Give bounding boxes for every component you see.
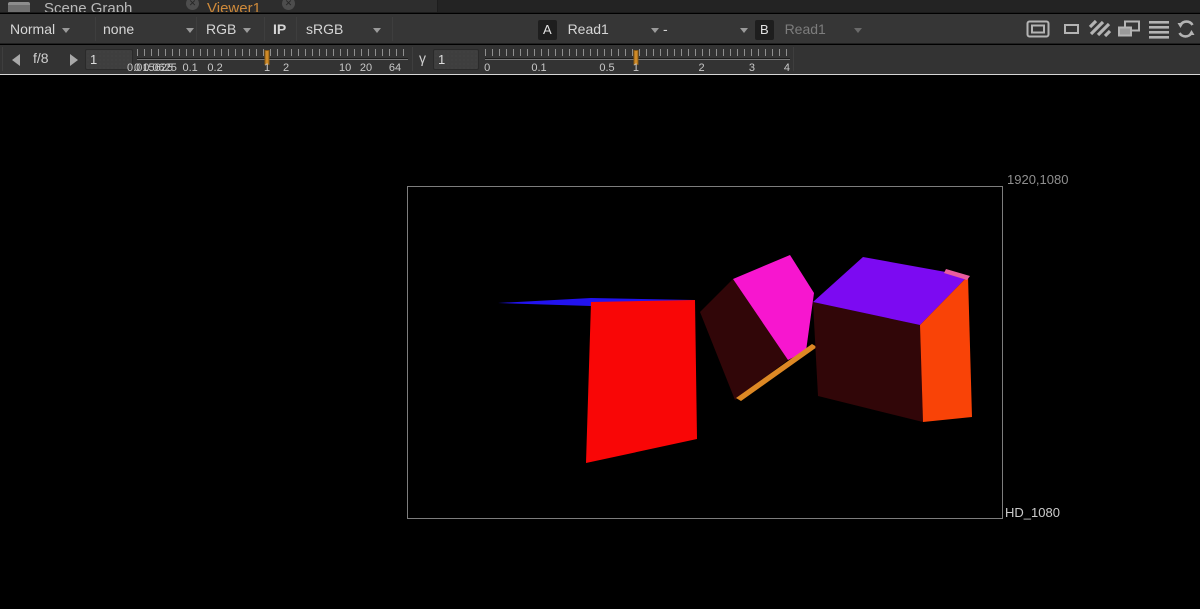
input-b-value: Read1 bbox=[784, 21, 826, 37]
stack-lines-icon[interactable] bbox=[1147, 19, 1171, 39]
input-a-badge: A bbox=[538, 20, 557, 41]
channels-value: RGB bbox=[206, 21, 237, 37]
format-frame bbox=[407, 186, 1003, 519]
chevron-down-icon bbox=[243, 27, 252, 33]
compare-op-value: - bbox=[663, 21, 668, 37]
gain-slider-label: 0.2 bbox=[207, 62, 223, 74]
input-process-toggle[interactable]: IP bbox=[273, 14, 286, 44]
channels-dropdown[interactable]: RGB bbox=[206, 14, 252, 44]
input-a-dropdown[interactable]: A Read1 bbox=[538, 14, 659, 44]
tab-bar-empty-area bbox=[437, 0, 1200, 12]
gamma-slider[interactable]: 0 0.1 0.5 1 2 3 4 bbox=[484, 48, 790, 74]
format-name-label: HD_1080 bbox=[1005, 505, 1060, 520]
proxy-stripes-icon[interactable] bbox=[1088, 19, 1112, 39]
aperture-label: f/8 bbox=[33, 50, 49, 66]
chevron-down-icon bbox=[186, 27, 195, 33]
wipe-overlap-icon[interactable] bbox=[1117, 19, 1141, 39]
input-a-value: Read1 bbox=[567, 21, 609, 37]
divider bbox=[196, 17, 197, 41]
input-b-badge: B bbox=[755, 20, 774, 41]
tab-viewer1-label: Viewer1 bbox=[207, 0, 261, 13]
tab-scene-graph[interactable]: Scene Graph bbox=[44, 0, 133, 13]
tab-scene-graph-close-icon[interactable]: ✕ bbox=[186, 0, 199, 10]
divider bbox=[392, 17, 393, 41]
divider bbox=[264, 17, 265, 41]
chevron-down-icon bbox=[853, 27, 862, 33]
gain-input[interactable]: 1 bbox=[85, 49, 133, 70]
gain-slider-label: 1 bbox=[264, 62, 271, 74]
gamma-slider-label: 4 bbox=[783, 62, 790, 74]
viewer-toolbar: Normal none RGB IP sRGB A Read1 - B Read… bbox=[0, 14, 1200, 44]
tab-viewer1-close-icon[interactable]: ✕ bbox=[282, 0, 295, 10]
gain-slider-label: 2 bbox=[282, 62, 290, 74]
aperture-next-icon[interactable] bbox=[70, 54, 78, 66]
display-window-icon[interactable] bbox=[1026, 19, 1050, 39]
gain-slider-ticks bbox=[137, 49, 408, 56]
input-b-dropdown[interactable]: B Read1 bbox=[755, 14, 862, 44]
gain-slider-groove bbox=[137, 58, 408, 60]
divider bbox=[793, 47, 794, 71]
resolution-label: 1920,1080 bbox=[1007, 172, 1069, 187]
gamma-input[interactable]: 1 bbox=[433, 49, 479, 70]
colorspace-value: sRGB bbox=[306, 21, 344, 37]
gamma-slider-label: 0.1 bbox=[531, 62, 547, 74]
divider bbox=[95, 17, 96, 41]
divider bbox=[412, 47, 413, 71]
wipe-mode-value: none bbox=[103, 21, 135, 37]
viewer-canvas[interactable]: 1920,1080 HD_1080 bbox=[0, 75, 1200, 609]
refresh-icon[interactable] bbox=[1174, 19, 1198, 39]
gamma-slider-label: 0 bbox=[484, 62, 491, 74]
colorspace-dropdown[interactable]: sRGB bbox=[306, 14, 382, 44]
blend-mode-dropdown[interactable]: Normal bbox=[10, 14, 71, 44]
wipe-mode-dropdown[interactable]: none bbox=[103, 14, 195, 44]
chevron-down-icon bbox=[62, 27, 71, 33]
gain-slider-label: 0.0625 bbox=[143, 62, 177, 74]
chevron-down-icon bbox=[373, 27, 382, 33]
gamma-slider-label: 2 bbox=[698, 62, 705, 74]
gain-gamma-bar: f/8 1 0 0.015625 0.0625 0.1 0.2 1 2 10 20 64 γ 1 … bbox=[0, 45, 1200, 74]
blend-mode-value: Normal bbox=[10, 21, 56, 37]
gain-slider-label: 64 bbox=[388, 62, 402, 74]
gain-slider[interactable]: 0 0.015625 0.0625 0.1 0.2 1 2 10 20 64 bbox=[127, 48, 408, 74]
format-icon[interactable] bbox=[1060, 19, 1084, 39]
gamma-slider-label: 3 bbox=[748, 62, 755, 74]
gain-slider-label: 10 bbox=[339, 62, 352, 74]
gamma-slider-label: 1 bbox=[632, 62, 640, 74]
tab-bar: Scene Graph ✕ Viewer1 ✕ bbox=[0, 0, 1200, 13]
compare-op-dropdown[interactable]: - bbox=[663, 14, 748, 44]
gamma-label: γ bbox=[419, 50, 426, 66]
gamma-slider-label: 0.5 bbox=[599, 62, 615, 74]
gain-slider-label: 20 bbox=[359, 62, 373, 74]
divider bbox=[296, 17, 297, 41]
chevron-down-icon bbox=[650, 27, 659, 33]
divider bbox=[2, 47, 3, 71]
tab-scene-graph-label: Scene Graph bbox=[44, 0, 133, 13]
aperture-prev-icon[interactable] bbox=[12, 54, 20, 66]
gain-slider-label: 0.1 bbox=[182, 62, 198, 74]
tab-viewer1[interactable]: Viewer1 bbox=[207, 0, 261, 13]
chevron-down-icon bbox=[739, 27, 748, 33]
input-process-label: IP bbox=[273, 21, 287, 37]
panel-menu-icon[interactable] bbox=[8, 2, 30, 12]
